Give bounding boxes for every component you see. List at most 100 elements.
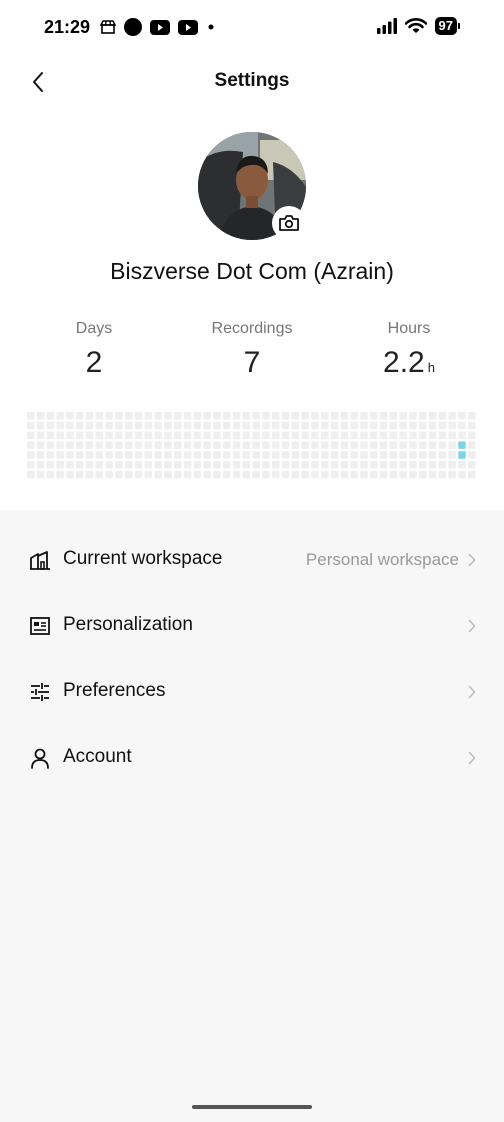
heatmap-cell bbox=[95, 431, 104, 440]
heatmap-cell bbox=[36, 451, 45, 459]
heatmap-cell bbox=[193, 441, 202, 449]
heatmap-cell bbox=[213, 421, 221, 430]
chevron-right-icon bbox=[468, 619, 476, 633]
heatmap-cell bbox=[458, 431, 466, 440]
heatmap-cell bbox=[134, 421, 143, 430]
menu-item-personalization[interactable]: Personalization bbox=[0, 593, 504, 659]
heatmap-cell bbox=[448, 470, 456, 479]
activity-heatmap bbox=[27, 412, 476, 479]
heatmap-cell bbox=[27, 441, 35, 449]
heatmap-cell bbox=[76, 431, 84, 440]
heatmap-cell bbox=[27, 461, 35, 469]
heatmap-cell bbox=[213, 412, 221, 420]
heatmap-cell bbox=[389, 421, 398, 430]
heatmap-cell bbox=[438, 412, 447, 420]
wifi-icon bbox=[404, 18, 427, 33]
heatmap-cell bbox=[125, 412, 133, 420]
menu-item-current-workspace[interactable]: Current workspace Personal workspace bbox=[0, 527, 504, 593]
heatmap-cell bbox=[281, 431, 290, 440]
heatmap-cell bbox=[389, 441, 398, 449]
heatmap-cell bbox=[95, 441, 104, 449]
menu-item-preferences[interactable]: Preferences bbox=[0, 659, 504, 725]
heatmap-cell bbox=[262, 441, 270, 449]
heatmap-cell bbox=[468, 461, 476, 469]
heatmap-cell bbox=[360, 431, 368, 440]
settings-menu: Current workspace Personal workspace Per… bbox=[0, 527, 504, 791]
heatmap-cell bbox=[66, 470, 74, 479]
heatmap-cell bbox=[379, 451, 388, 459]
heatmap-cell bbox=[311, 451, 319, 459]
heatmap-cell bbox=[154, 421, 162, 430]
heatmap-cell bbox=[242, 461, 251, 469]
heatmap-cell bbox=[105, 441, 113, 449]
heatmap-cell bbox=[203, 431, 211, 440]
heatmap-cell bbox=[193, 412, 202, 420]
heatmap-cell bbox=[419, 412, 427, 420]
heatmap-cell bbox=[76, 412, 84, 420]
heatmap-cell bbox=[56, 441, 64, 449]
heatmap-cell bbox=[468, 470, 476, 479]
heatmap-cell bbox=[115, 431, 123, 440]
heatmap-cell bbox=[193, 461, 202, 469]
profile-section: 21:29 97 Settings Biszverse Dot Com (Azr… bbox=[0, 0, 504, 510]
heatmap-cell bbox=[409, 431, 417, 440]
heatmap-cell bbox=[428, 461, 437, 469]
heatmap-cell bbox=[301, 461, 309, 469]
stat-recordings-label: Recordings bbox=[211, 320, 293, 337]
personalization-icon bbox=[30, 617, 50, 635]
heatmap-cell bbox=[468, 451, 476, 459]
heatmap-cell bbox=[428, 421, 437, 430]
stat-hours-value: 2.2 bbox=[383, 346, 425, 379]
heatmap-cell bbox=[36, 421, 45, 430]
heatmap-cell bbox=[203, 461, 211, 469]
heatmap-cell bbox=[330, 451, 339, 459]
heatmap-cell bbox=[76, 470, 84, 479]
heatmap-cell bbox=[203, 412, 211, 420]
heatmap-cell bbox=[213, 441, 221, 449]
heatmap-cell bbox=[330, 412, 339, 420]
heatmap-cell bbox=[458, 412, 466, 420]
heatmap-cell bbox=[154, 412, 162, 420]
heatmap-cell bbox=[468, 412, 476, 420]
heatmap-cell bbox=[399, 470, 407, 479]
heatmap-cell bbox=[379, 470, 388, 479]
change-photo-button[interactable] bbox=[272, 206, 306, 240]
heatmap-cell bbox=[272, 421, 280, 430]
heatmap-cell bbox=[174, 470, 182, 479]
heatmap-cell bbox=[144, 451, 153, 459]
heatmap-cell bbox=[379, 412, 388, 420]
heatmap-cell bbox=[399, 412, 407, 420]
heatmap-cell bbox=[36, 470, 45, 479]
heatmap-cell bbox=[468, 441, 476, 449]
heatmap-cell bbox=[301, 412, 309, 420]
heatmap-cell bbox=[164, 421, 172, 430]
heatmap-cell bbox=[242, 451, 251, 459]
heatmap-cell bbox=[76, 441, 84, 449]
heatmap-cell bbox=[350, 461, 358, 469]
heatmap-cell bbox=[56, 470, 64, 479]
heatmap-cell bbox=[419, 421, 427, 430]
heatmap-cell bbox=[252, 451, 260, 459]
heatmap-cell bbox=[134, 412, 143, 420]
heatmap-cell bbox=[448, 461, 456, 469]
heatmap-cell bbox=[76, 421, 84, 430]
heatmap-cell bbox=[370, 431, 378, 440]
heatmap-cell bbox=[125, 470, 133, 479]
heatmap-cell bbox=[154, 431, 162, 440]
heatmap-cell bbox=[105, 470, 113, 479]
heatmap-cell bbox=[213, 470, 221, 479]
stat-recordings: Recordings 7 bbox=[172, 320, 332, 380]
home-indicator[interactable] bbox=[192, 1105, 312, 1109]
heatmap-cell bbox=[164, 431, 172, 440]
stat-days: Days 2 bbox=[14, 320, 174, 380]
heatmap-cell bbox=[242, 412, 251, 420]
heatmap-cell bbox=[360, 461, 368, 469]
heatmap-cell bbox=[379, 441, 388, 449]
heatmap-cell bbox=[105, 412, 113, 420]
heatmap-cell bbox=[311, 421, 319, 430]
heatmap-cell bbox=[370, 470, 378, 479]
heatmap-cell bbox=[291, 431, 300, 440]
heatmap-cell bbox=[76, 461, 84, 469]
menu-item-account[interactable]: Account bbox=[0, 725, 504, 791]
heatmap-cell bbox=[321, 431, 329, 440]
